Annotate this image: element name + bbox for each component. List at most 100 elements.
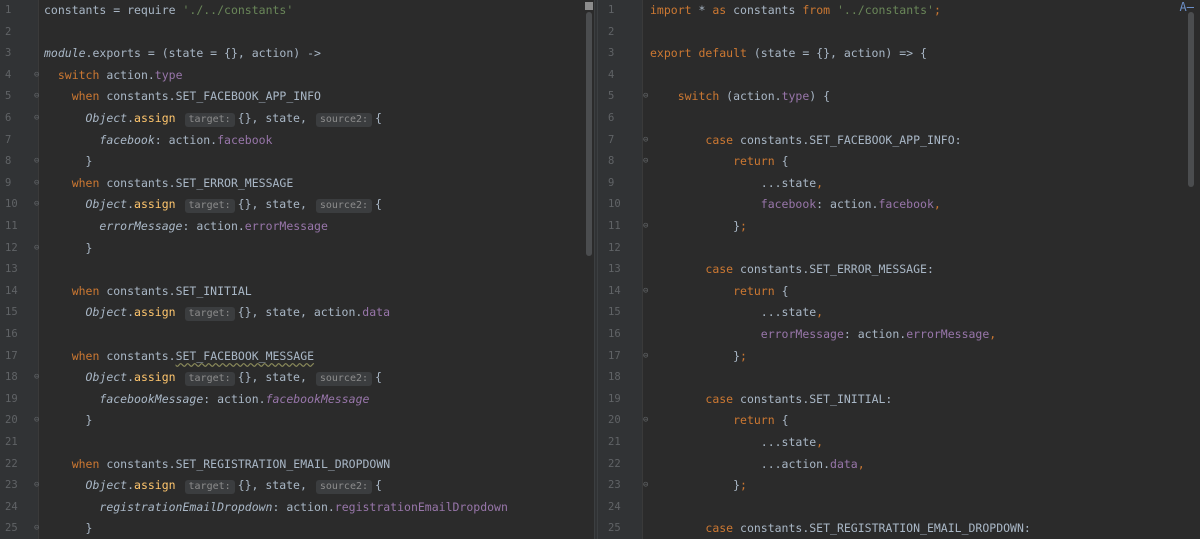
fold-marker-icon[interactable]: ⊖ <box>643 475 648 497</box>
line-number: 4 <box>5 68 12 81</box>
code-line[interactable]: 12 <box>598 238 1200 260</box>
line-number: 9 <box>5 176 12 189</box>
code-line[interactable]: 11 errorMessage: action.errorMessage <box>0 216 594 238</box>
vertical-scrollbar[interactable] <box>586 12 592 256</box>
fold-marker-icon[interactable]: ⊖ <box>643 130 648 152</box>
editor-pane-right[interactable]: 1 import * as constants from '../constant… <box>598 0 1200 539</box>
code-line[interactable]: 23 ⊖ }; <box>598 475 1200 497</box>
code-line[interactable]: 16 errorMessage: action.errorMessage, <box>598 324 1200 346</box>
line-number: 24 <box>5 500 18 513</box>
fold-marker-icon[interactable]: ⊖ <box>34 194 39 216</box>
code-line[interactable]: 10 facebook: action.facebook, <box>598 194 1200 216</box>
code-line[interactable]: 10 ⊖ Object.assign target: {}, state, sour… <box>0 194 594 216</box>
code-line[interactable]: 8 ⊖ return { <box>598 151 1200 173</box>
fold-marker-icon[interactable]: ⊖ <box>643 346 648 368</box>
code-line[interactable]: 13 case constants.SET_ERROR_MESSAGE: <box>598 259 1200 281</box>
line-number: 20 <box>608 414 621 427</box>
fold-marker-icon[interactable]: ⊖ <box>34 518 39 539</box>
fold-marker-icon[interactable]: ⊖ <box>643 86 648 108</box>
code-line[interactable]: 19 case constants.SET_INITIAL: <box>598 389 1200 411</box>
editor-pane-left[interactable]: 1 constants = require './../constants' 2 3 m… <box>0 0 594 539</box>
code-line[interactable]: 6 ⊖ Object.assign target: {}, state, sourc… <box>0 108 594 130</box>
code-line[interactable]: 3 module.exports = (state = {}, action) -… <box>0 43 594 65</box>
code-text: when constants.SET_INITIAL <box>71 283 252 298</box>
code-text: ...state, <box>650 175 824 190</box>
line-number: 24 <box>608 500 621 513</box>
error-stripe-marker[interactable] <box>585 2 593 10</box>
code-line[interactable]: 20 ⊖ } <box>0 410 594 432</box>
code-line[interactable]: 24 registrationEmailDropdown: action.reg… <box>0 497 594 519</box>
code-line[interactable]: 18 ⊖ Object.assign target: {}, state, sour… <box>0 367 594 389</box>
code-line[interactable]: 20 ⊖ return { <box>598 410 1200 432</box>
code-line[interactable]: 14 ⊖ return { <box>598 281 1200 303</box>
code-line[interactable]: 22 ...action.data, <box>598 454 1200 476</box>
code-text: when constants.SET_REGISTRATION_EMAIL_DR… <box>71 456 391 471</box>
code-line[interactable]: 15 Object.assign target: {}, state, actio… <box>0 302 594 324</box>
code-line[interactable]: 14 when constants.SET_INITIAL <box>0 281 594 303</box>
code-line[interactable]: 17 when constants.SET_FACEBOOK_MESSAGE <box>0 346 594 368</box>
code-text: ...action.data, <box>650 456 865 471</box>
code-line[interactable]: 22 when constants.SET_REGISTRATION_EMAIL… <box>0 454 594 476</box>
fold-marker-icon[interactable]: ⊖ <box>34 108 39 130</box>
code-line[interactable]: 6 <box>598 108 1200 130</box>
code-text: Object.assign target: {}, state, action.d… <box>85 305 390 322</box>
code-line[interactable]: 5 ⊖ when constants.SET_FACEBOOK_APP_INFO <box>0 86 594 108</box>
code-line[interactable]: 18 <box>598 367 1200 389</box>
code-line[interactable]: 4 ⊖ switch action.type <box>0 65 594 87</box>
code-text: export default (state = {}, action) => { <box>650 46 927 61</box>
fold-marker-icon[interactable]: ⊖ <box>643 281 648 303</box>
code-line[interactable]: 13 <box>0 259 594 281</box>
line-number: 15 <box>5 306 18 319</box>
code-text: case constants.SET_REGISTRATION_EMAIL_DR… <box>705 521 1031 536</box>
code-text: case constants.SET_INITIAL: <box>705 391 893 406</box>
code-line[interactable]: 8 ⊖ } <box>0 151 594 173</box>
code-line[interactable]: 21 <box>0 432 594 454</box>
code-line[interactable]: 12 ⊖ } <box>0 238 594 260</box>
code-line[interactable]: 25 ⊖ } <box>0 518 594 539</box>
fold-marker-icon[interactable]: ⊖ <box>643 151 648 173</box>
code-line[interactable]: 1 import * as constants from '../constant… <box>598 0 1200 22</box>
code-line[interactable]: 1 constants = require './../constants' <box>0 0 594 22</box>
code-line[interactable]: 7 ⊖ case constants.SET_FACEBOOK_APP_INFO: <box>598 130 1200 152</box>
fold-marker-icon[interactable]: ⊖ <box>34 86 39 108</box>
line-number: 18 <box>5 371 18 384</box>
vertical-scrollbar[interactable] <box>1188 12 1194 187</box>
code-line[interactable]: 11 ⊖ }; <box>598 216 1200 238</box>
fold-marker-icon[interactable]: ⊖ <box>34 238 39 260</box>
inspection-icon[interactable]: A̶ <box>1180 0 1194 14</box>
fold-marker-icon[interactable]: ⊖ <box>643 410 648 432</box>
code-line[interactable]: 2 <box>598 22 1200 44</box>
line-number: 5 <box>5 90 12 103</box>
code-line[interactable]: 17 ⊖ }; <box>598 346 1200 368</box>
code-line[interactable]: 15 ...state, <box>598 302 1200 324</box>
fold-marker-icon[interactable]: ⊖ <box>34 475 39 497</box>
code-line[interactable]: 3 export default (state = {}, action) => … <box>598 43 1200 65</box>
fold-marker-icon[interactable]: ⊖ <box>643 216 648 238</box>
code-line[interactable]: 21 ...state, <box>598 432 1200 454</box>
code-text: return { <box>733 154 789 169</box>
line-number: 7 <box>608 133 615 146</box>
code-line[interactable]: 4 <box>598 65 1200 87</box>
code-line[interactable]: 24 <box>598 497 1200 519</box>
code-line[interactable]: 25 case constants.SET_REGISTRATION_EMAIL… <box>598 518 1200 539</box>
fold-marker-icon[interactable]: ⊖ <box>34 173 39 195</box>
code-line[interactable]: 9 ...state, <box>598 173 1200 195</box>
code-line[interactable]: 19 facebookMessage: action.facebookMessa… <box>0 389 594 411</box>
code-text: switch action.type <box>57 67 183 82</box>
code-line[interactable]: 5 ⊖ switch (action.type) { <box>598 86 1200 108</box>
fold-marker-icon[interactable]: ⊖ <box>34 65 39 87</box>
code-text: facebookMessage: action.facebookMessage <box>99 391 370 406</box>
fold-marker-icon[interactable]: ⊖ <box>34 151 39 173</box>
code-line[interactable]: 23 ⊖ Object.assign target: {}, state, sour… <box>0 475 594 497</box>
line-number: 16 <box>608 328 621 340</box>
line-number: 12 <box>5 241 18 254</box>
line-number: 15 <box>608 306 621 319</box>
line-number: 6 <box>608 112 615 124</box>
code-line[interactable]: 9 ⊖ when constants.SET_ERROR_MESSAGE <box>0 173 594 195</box>
fold-marker-icon[interactable]: ⊖ <box>34 410 39 432</box>
code-line[interactable]: 7 facebook: action.facebook <box>0 130 594 152</box>
code-line[interactable]: 2 <box>0 22 594 44</box>
line-number: 10 <box>608 198 621 211</box>
fold-marker-icon[interactable]: ⊖ <box>34 367 39 389</box>
code-line[interactable]: 16 <box>0 324 594 346</box>
